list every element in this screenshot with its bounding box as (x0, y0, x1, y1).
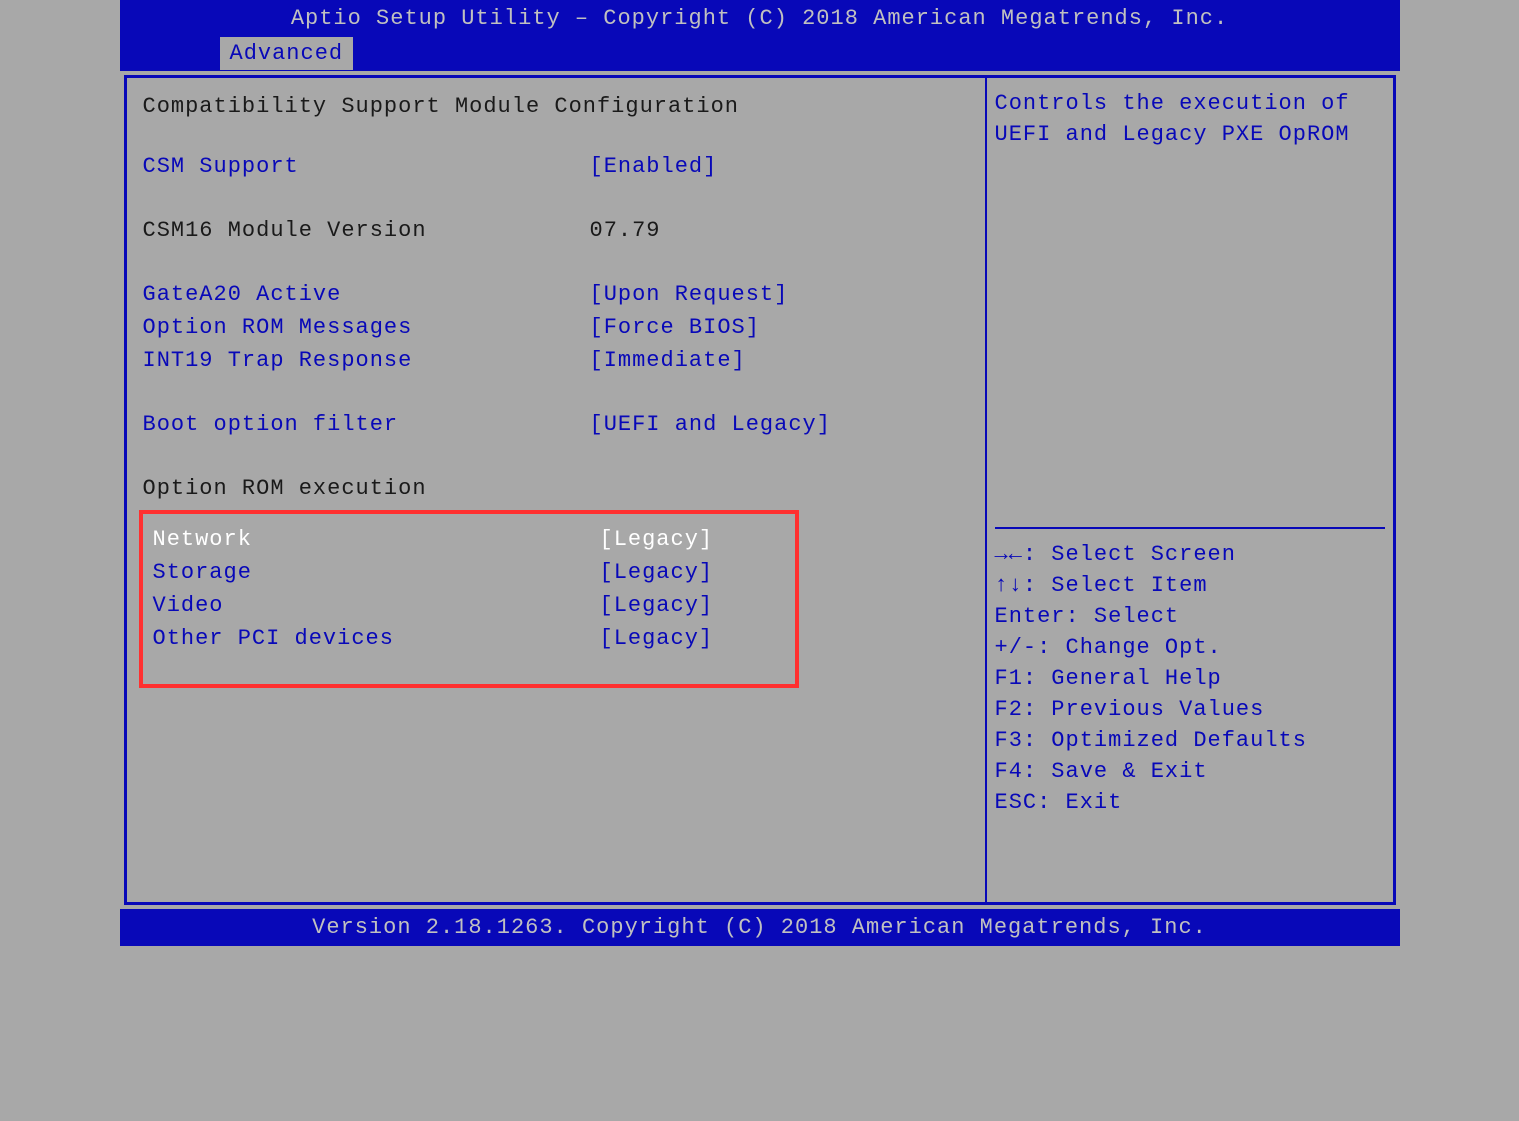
spacer (143, 442, 969, 473)
shortcut-f2: F2: Previous Values (995, 694, 1385, 725)
shortcut-esc: ESC: Exit (995, 787, 1385, 818)
info-label: CSM16 Module Version (143, 215, 590, 246)
setting-label: INT19 Trap Response (143, 345, 590, 376)
tab-advanced[interactable]: Advanced (220, 37, 354, 70)
setting-label: Network (153, 524, 600, 555)
highlighted-settings-group: Network [Legacy] Storage [Legacy] Video … (139, 510, 799, 688)
subsection-label: Option ROM execution (143, 473, 427, 504)
setting-value: [Immediate] (590, 345, 969, 376)
settings-panel: Compatibility Support Module Configurati… (124, 75, 986, 905)
setting-network[interactable]: Network [Legacy] (143, 524, 795, 555)
setting-label: Storage (153, 557, 600, 588)
setting-storage[interactable]: Storage [Legacy] (143, 557, 795, 588)
info-csm16-version: CSM16 Module Version 07.79 (143, 215, 969, 246)
shortcut-select-screen: →←: Select Screen (995, 539, 1385, 570)
shortcut-f1: F1: General Help (995, 663, 1385, 694)
setting-value: [Legacy] (600, 557, 795, 588)
subsection-title-option-rom: Option ROM execution (143, 473, 969, 504)
setting-value: [Legacy] (600, 524, 795, 555)
section-title: Compatibility Support Module Configurati… (143, 94, 969, 119)
header-title-bar: Aptio Setup Utility – Copyright (C) 2018… (120, 0, 1400, 37)
setting-video[interactable]: Video [Legacy] (143, 590, 795, 621)
setting-option-rom-messages[interactable]: Option ROM Messages [Force BIOS] (143, 312, 969, 343)
shortcut-select-item: ↑↓: Select Item (995, 570, 1385, 601)
spacer (143, 378, 969, 409)
setting-value: [Enabled] (590, 151, 969, 182)
content-area: Compatibility Support Module Configurati… (120, 71, 1400, 909)
spacer (143, 184, 969, 215)
setting-value: [Force BIOS] (590, 312, 969, 343)
setting-boot-option-filter[interactable]: Boot option filter [UEFI and Legacy] (143, 409, 969, 440)
footer-version-bar: Version 2.18.1263. Copyright (C) 2018 Am… (120, 909, 1400, 946)
setting-value: [UEFI and Legacy] (590, 409, 969, 440)
setting-other-pci[interactable]: Other PCI devices [Legacy] (143, 623, 795, 654)
shortcut-enter: Enter: Select (995, 601, 1385, 632)
setting-value: [Legacy] (600, 623, 795, 654)
setting-int19-trap[interactable]: INT19 Trap Response [Immediate] (143, 345, 969, 376)
shortcut-f4: F4: Save & Exit (995, 756, 1385, 787)
shortcut-change-opt: +/-: Change Opt. (995, 632, 1385, 663)
spacer (143, 248, 969, 279)
setting-gatea20[interactable]: GateA20 Active [Upon Request] (143, 279, 969, 310)
help-shortcuts: →←: Select Screen ↑↓: Select Item Enter:… (995, 539, 1385, 818)
setting-csm-support[interactable]: CSM Support [Enabled] (143, 151, 969, 182)
header-title: Aptio Setup Utility – Copyright (C) 2018… (291, 6, 1228, 31)
setting-label: GateA20 Active (143, 279, 590, 310)
footer-text: Version 2.18.1263. Copyright (C) 2018 Am… (312, 915, 1207, 940)
tab-bar: Advanced (120, 37, 1400, 71)
help-divider (995, 527, 1385, 529)
setting-value: [Legacy] (600, 590, 795, 621)
info-value: 07.79 (590, 215, 969, 246)
setting-label: Option ROM Messages (143, 312, 590, 343)
setting-label: CSM Support (143, 151, 590, 182)
setting-label: Video (153, 590, 600, 621)
setting-label: Boot option filter (143, 409, 590, 440)
help-panel: Controls the execution of UEFI and Legac… (986, 75, 1396, 905)
setting-label: Other PCI devices (153, 623, 600, 654)
help-description: Controls the execution of UEFI and Legac… (995, 88, 1385, 150)
bios-screen: Aptio Setup Utility – Copyright (C) 2018… (120, 0, 1400, 950)
shortcut-f3: F3: Optimized Defaults (995, 725, 1385, 756)
setting-value: [Upon Request] (590, 279, 969, 310)
